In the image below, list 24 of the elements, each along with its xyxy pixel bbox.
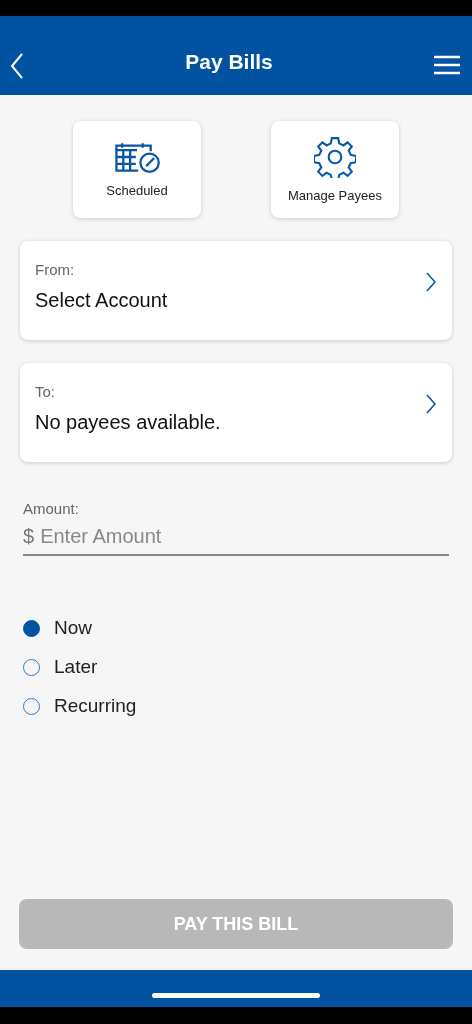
selector-value: Select Account	[35, 289, 168, 312]
account-selector[interactable]: To: No payees available.	[20, 363, 452, 462]
shortcut-tile[interactable]: Manage Payees	[271, 121, 399, 218]
currency-symbol: $	[23, 525, 35, 548]
calendar-clock-icon	[114, 141, 160, 173]
amount-input[interactable]: Enter Amount	[40, 525, 449, 548]
selector-label: To:	[35, 383, 56, 400]
menu-icon	[434, 55, 460, 75]
chevron-right-icon	[426, 272, 436, 292]
radio-button[interactable]	[23, 619, 40, 637]
selector-value: No payees available.	[35, 411, 221, 434]
account-selector[interactable]: From: Select Account	[20, 241, 452, 340]
amount-field[interactable]: $ Enter Amount	[23, 519, 449, 556]
gear-icon	[314, 136, 356, 178]
radio-label[interactable]: Recurring	[54, 695, 137, 717]
back-button[interactable]	[8, 51, 26, 81]
amount-label: Amount:	[23, 500, 80, 517]
selector-label: From:	[35, 261, 76, 278]
chevron-right-icon	[426, 394, 436, 414]
back-icon	[10, 53, 24, 79]
radio-label[interactable]: Now	[54, 617, 92, 639]
radio-label[interactable]: Later	[54, 656, 98, 678]
shortcut-tile[interactable]: Scheduled	[73, 121, 201, 218]
page-title: Pay Bills	[185, 50, 273, 74]
